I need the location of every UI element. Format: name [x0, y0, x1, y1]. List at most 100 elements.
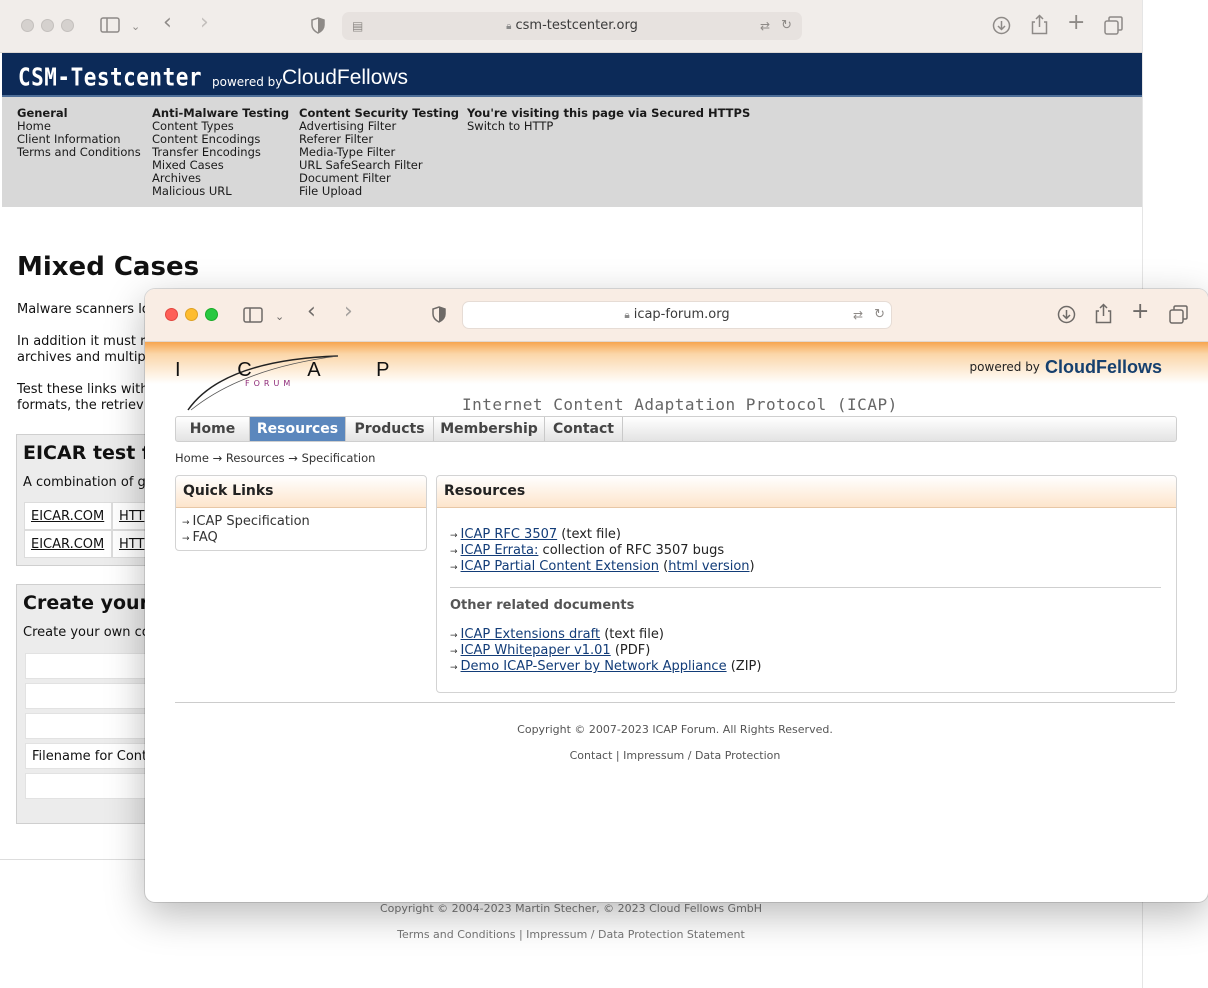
zoom-button[interactable]: [205, 308, 218, 321]
arrow-right-icon: →: [450, 531, 458, 541]
reload-icon[interactable]: ↻: [874, 302, 885, 328]
arrow-right-icon: →: [450, 547, 458, 557]
arrow-right-icon: →: [450, 663, 458, 673]
icap-copyright: Copyright © 2007-2023 ICAP Forum. All Ri…: [517, 723, 833, 736]
icap-errata-link[interactable]: ICAP Errata:: [461, 543, 539, 558]
front-browser-toolbar: ⌄ ‹ › 🔒︎ icap-forum.org ⇄ ↻ +: [145, 289, 1208, 342]
tab-overview-icon[interactable]: [1104, 16, 1123, 38]
nav-col-content-security: Content Security Testing Advertising Fil…: [299, 107, 459, 198]
resource-item: → ICAP Extensions draft (text file): [450, 627, 664, 642]
other-documents-heading: Other related documents: [450, 598, 635, 613]
nav-col-anti-malware: Anti-Malware Testing Content Types Conte…: [152, 107, 289, 198]
nav-link-terms[interactable]: Terms and Conditions: [17, 146, 141, 159]
nav-tab-membership[interactable]: Membership: [434, 417, 545, 441]
arrow-right-icon: →: [182, 534, 190, 544]
quick-link-icap-specification[interactable]: → ICAP Specification: [182, 514, 310, 529]
csm-header-bar: CSM-Testcenter powered by CloudFellows: [2, 53, 1142, 97]
download-icon[interactable]: [992, 16, 1011, 38]
arrow-right-icon: →: [450, 647, 458, 657]
eicar-box-text: A combination of g: [23, 475, 146, 490]
arrow-right-icon: →: [450, 631, 458, 641]
powered-by-group: powered by CloudFellows: [970, 357, 1162, 378]
chevron-down-icon[interactable]: ⌄: [131, 19, 140, 35]
form-row[interactable]: [25, 683, 160, 709]
resource-item: → ICAP Whitepaper v1.01 (PDF): [450, 643, 651, 658]
download-icon[interactable]: [1057, 305, 1076, 327]
reload-icon[interactable]: ↻: [781, 12, 792, 40]
share-icon[interactable]: [1031, 14, 1048, 38]
powered-by-label: powered by: [212, 75, 283, 89]
powered-by-label: powered by: [969, 360, 1040, 374]
resources-title: Resources: [437, 476, 1176, 508]
nav-tab-resources[interactable]: Resources: [250, 417, 346, 441]
demo-icap-server-link[interactable]: Demo ICAP-Server by Network Appliance: [461, 659, 727, 674]
breadcrumb[interactable]: Home → Resources → Specification: [175, 451, 375, 465]
icap-forum-label: FORUM: [245, 379, 295, 388]
resource-item: → ICAP Partial Content Extension (html ve…: [450, 559, 755, 574]
new-tab-icon[interactable]: +: [1131, 301, 1149, 323]
resource-item: → ICAP RFC 3507 (text file): [450, 527, 622, 542]
paragraph-line: Test these links with: [17, 382, 149, 397]
form-row[interactable]: [25, 773, 160, 799]
quick-links-panel: Quick Links → ICAP Specification → FAQ: [175, 475, 427, 551]
close-button[interactable]: [21, 19, 34, 32]
nav-tab-contact[interactable]: Contact: [545, 417, 623, 441]
main-nav-bar: Home Resources Products Membership Conta…: [175, 416, 1177, 442]
translate-icon[interactable]: ⇄: [760, 12, 770, 40]
close-button[interactable]: [165, 308, 178, 321]
eicar-link[interactable]: EICAR.COM: [24, 530, 112, 558]
paragraph-line: In addition it must r: [17, 334, 146, 349]
resource-item: → ICAP Errata: collection of RFC 3507 bug…: [450, 543, 725, 558]
forward-arrow-icon[interactable]: ›: [200, 12, 209, 34]
lock-icon: 🔒︎: [624, 310, 630, 321]
privacy-shield-icon[interactable]: [311, 17, 325, 37]
sidebar-icon[interactable]: [100, 17, 120, 36]
address-bar[interactable]: 🔒︎ icap-forum.org ⇄ ↻: [462, 301, 892, 329]
quick-link-faq[interactable]: → FAQ: [182, 530, 218, 545]
eicar-link[interactable]: EICAR.COM: [24, 502, 112, 530]
icap-whitepaper-link[interactable]: ICAP Whitepaper v1.01: [461, 643, 611, 658]
quick-links-title: Quick Links: [176, 476, 426, 508]
resource-item: → Demo ICAP-Server by Network Appliance (…: [450, 659, 762, 674]
share-icon[interactable]: [1095, 303, 1112, 327]
sidebar-icon[interactable]: [243, 307, 263, 326]
new-tab-icon[interactable]: +: [1067, 12, 1085, 34]
zoom-button[interactable]: [61, 19, 74, 32]
minimize-button[interactable]: [185, 308, 198, 321]
nav-link-switch-to-http[interactable]: Switch to HTTP: [467, 120, 750, 133]
reader-icon[interactable]: ▤: [352, 12, 363, 40]
csm-footer-links[interactable]: Terms and Conditions | Impressum / Data …: [0, 928, 1142, 941]
icap-partial-content-link[interactable]: ICAP Partial Content Extension: [461, 559, 659, 574]
back-arrow-icon[interactable]: ‹: [307, 301, 316, 323]
nav-link-file-upload[interactable]: File Upload: [299, 185, 459, 198]
form-row[interactable]: [25, 713, 160, 739]
csm-logo[interactable]: CSM-Testcenter: [18, 63, 202, 92]
privacy-shield-icon[interactable]: [432, 306, 446, 326]
chevron-down-icon[interactable]: ⌄: [275, 309, 284, 325]
nav-col-https: You're visiting this page via Secured HT…: [467, 107, 750, 133]
nav-tab-home[interactable]: Home: [176, 417, 250, 441]
back-arrow-icon[interactable]: ‹: [163, 12, 172, 34]
csm-copyright: Copyright © 2004-2023 Martin Stecher, © …: [379, 902, 763, 915]
cloudfellows-logo[interactable]: CloudFellows: [1045, 357, 1162, 377]
form-row[interactable]: [25, 653, 160, 679]
filename-row[interactable]: Filename for Cont: [25, 743, 160, 769]
create-box-text: Create your own co: [23, 625, 150, 640]
eicar-box-heading: EICAR test f: [23, 442, 151, 464]
translate-icon[interactable]: ⇄: [853, 302, 863, 328]
icap-rfc-link[interactable]: ICAP RFC 3507: [461, 527, 558, 542]
url-text: csm-testcenter.org: [515, 18, 638, 33]
footer-divider: [175, 702, 1175, 703]
cloudfellows-logo[interactable]: CloudFellows: [282, 66, 408, 90]
icap-extensions-link[interactable]: ICAP Extensions draft: [461, 627, 601, 642]
nav-link-malicious-url[interactable]: Malicious URL: [152, 185, 289, 198]
minimize-button[interactable]: [41, 19, 54, 32]
forward-arrow-icon[interactable]: ›: [344, 301, 353, 323]
tab-overview-icon[interactable]: [1169, 305, 1188, 327]
nav-tab-products[interactable]: Products: [346, 417, 434, 441]
html-version-link[interactable]: html version: [668, 559, 749, 574]
address-bar[interactable]: ▤ 🔒︎ csm-testcenter.org ⇄ ↻: [342, 12, 802, 40]
icap-footer-links[interactable]: Contact | Impressum / Data Protection: [175, 749, 1175, 762]
divider: [450, 587, 1161, 588]
icap-subtitle: Internet Content Adaptation Protocol (IC…: [462, 395, 898, 414]
